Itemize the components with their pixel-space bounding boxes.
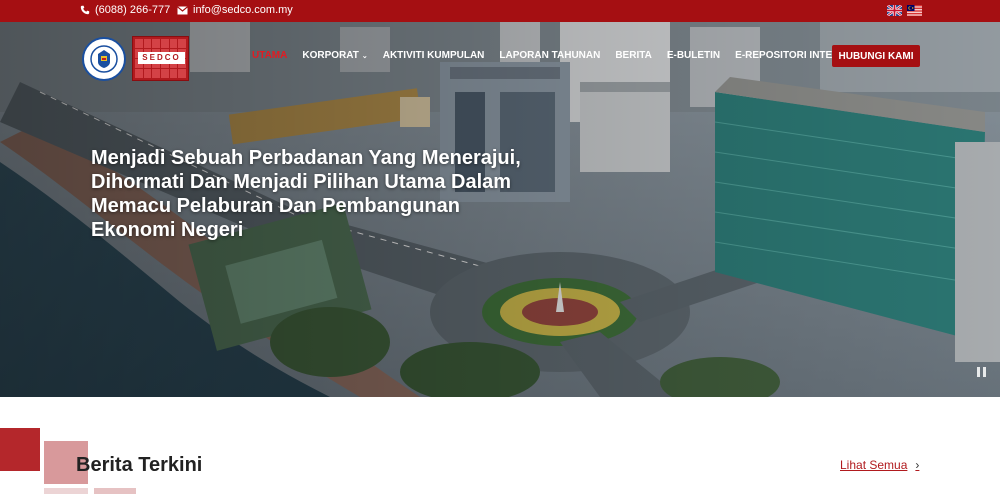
decorative-square	[94, 488, 136, 494]
nav-label: LAPORAN TAHUNAN	[499, 50, 601, 61]
decorative-square	[0, 428, 40, 471]
nav-item-laporan-tahunan[interactable]: LAPORAN TAHUNAN	[499, 50, 600, 61]
pause-icon[interactable]	[977, 367, 986, 377]
language-switcher	[887, 5, 922, 16]
phone-icon	[80, 5, 90, 15]
chevron-down-icon: ⌄	[361, 52, 368, 60]
email-contact[interactable]: info@sedco.com.my	[177, 4, 293, 16]
nav-item-berita[interactable]: BERITA	[615, 50, 651, 61]
state-emblem-icon	[82, 36, 126, 81]
english-flag-icon[interactable]	[887, 5, 902, 16]
phone-contact[interactable]: (6088) 266-777	[80, 4, 170, 16]
nav-label: AKTIVITI KUMPULAN	[382, 50, 485, 61]
hero-banner: SEDCO UTAMA KORPORAT ⌄ AKTIVITI KUMPULAN …	[0, 22, 1000, 397]
decorative-square	[44, 488, 88, 494]
nav-label: E-BULETIN	[666, 50, 721, 61]
nav-label: UTAMA	[252, 50, 288, 61]
hero-headline: Menjadi Sebuah Perbadanan Yang Menerajui…	[91, 146, 611, 242]
see-all-label: Lihat Semua	[840, 458, 908, 472]
phone-number: (6088) 266-777	[95, 4, 171, 16]
site-logo[interactable]: SEDCO	[82, 36, 189, 81]
email-address: info@sedco.com.my	[193, 4, 293, 16]
nav-label: KORPORAT	[302, 50, 359, 61]
sedco-wordmark: SEDCO	[138, 52, 185, 64]
headline-line: Memacu Pelaburan Dan Pembangunan	[91, 195, 460, 217]
headline-line: Menjadi Sebuah Perbadanan Yang Menerajui…	[91, 147, 521, 169]
envelope-icon	[177, 5, 188, 15]
nav-label: BERITA	[615, 50, 652, 61]
chevron-right-icon: ›	[915, 458, 920, 472]
news-section-title: Berita Terkini	[76, 454, 203, 476]
headline-line: Ekonomi Negeri	[91, 219, 244, 241]
top-contact-bar: (6088) 266-777 info@sedco.com.my	[0, 0, 1000, 22]
sedco-logo-icon: SEDCO	[132, 36, 189, 81]
main-navigation: UTAMA KORPORAT ⌄ AKTIVITI KUMPULAN LAPORA…	[252, 50, 874, 61]
nav-item-utama[interactable]: UTAMA	[252, 50, 287, 61]
nav-item-e-buletin[interactable]: E-BULETIN	[667, 50, 720, 61]
nav-item-korporat[interactable]: KORPORAT ⌄	[302, 50, 367, 61]
see-all-news-link[interactable]: Lihat Semua ›	[840, 458, 919, 472]
nav-item-aktiviti-kumpulan[interactable]: AKTIVITI KUMPULAN	[383, 50, 485, 61]
headline-line: Dihormati Dan Menjadi Pilihan Utama Dala…	[91, 171, 512, 193]
contact-us-button[interactable]: HUBUNGI KAMI	[832, 45, 920, 67]
malay-flag-icon[interactable]	[907, 5, 922, 16]
